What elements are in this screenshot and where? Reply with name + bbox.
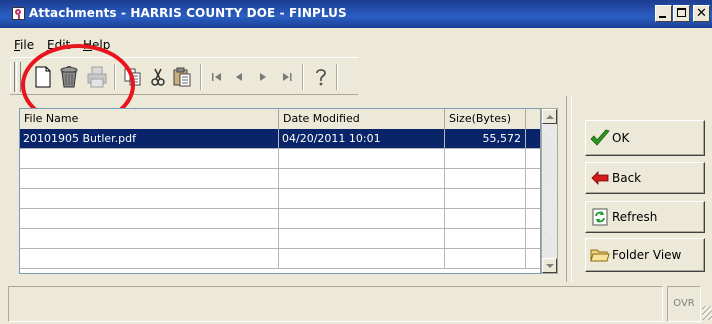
back-label: Back	[612, 171, 642, 185]
first-record-button[interactable]	[206, 66, 228, 88]
menu-edit[interactable]: Edit	[47, 38, 70, 52]
cell-size	[445, 249, 526, 268]
back-button[interactable]: Back	[585, 162, 705, 194]
cell-date-modified	[279, 249, 445, 268]
cell-date-modified	[279, 149, 445, 168]
menu-bar: File Edit Help	[0, 28, 712, 58]
column-header-size[interactable]: Size(Bytes)	[445, 109, 526, 129]
cell-file-name	[20, 229, 279, 248]
back-arrow-icon	[590, 168, 610, 188]
toolbar-separator	[336, 64, 338, 90]
print-button[interactable]	[86, 66, 108, 88]
table-row[interactable]: 20101905 Butler.pdf 04/20/2011 10:01 55,…	[20, 129, 540, 149]
scroll-down-button[interactable]	[542, 258, 557, 273]
delete-button[interactable]	[58, 66, 80, 88]
status-bar: OVR	[8, 286, 712, 324]
table-row[interactable]	[20, 229, 540, 249]
scissors-icon	[151, 68, 165, 86]
printer-icon	[87, 66, 107, 88]
cell-size	[445, 209, 526, 228]
column-header-file-name[interactable]: File Name	[20, 109, 279, 129]
resize-grip[interactable]	[702, 306, 712, 320]
first-record-icon	[212, 73, 221, 81]
menu-edit-accel: E	[47, 38, 55, 52]
table-row[interactable]	[20, 149, 540, 169]
next-record-button[interactable]	[252, 66, 274, 88]
cell-date-modified: 04/20/2011 10:01	[279, 129, 445, 148]
ok-button[interactable]: OK	[585, 120, 705, 156]
cell-size	[445, 169, 526, 188]
table-row[interactable]	[20, 169, 540, 189]
menu-help[interactable]: Help	[83, 38, 110, 52]
maximize-button[interactable]	[673, 5, 690, 22]
folder-view-label: Folder View	[612, 248, 682, 262]
attachments-table[interactable]: File Name Date Modified Size(Bytes) 2010…	[19, 108, 541, 274]
toolbar-separator	[114, 64, 116, 90]
new-document-button[interactable]	[32, 66, 54, 88]
clipboard-icon	[173, 67, 191, 87]
table-header: File Name Date Modified Size(Bytes)	[20, 109, 540, 130]
table-row[interactable]	[20, 209, 540, 229]
folder-icon	[590, 245, 610, 265]
toolbar-separator	[302, 64, 304, 90]
window-title: Attachments - HARRIS COUNTY DOE - FINPLU…	[29, 6, 347, 20]
status-message-panel	[8, 286, 663, 322]
copy-button[interactable]	[122, 66, 144, 88]
minimize-button[interactable]	[655, 5, 672, 22]
panel-divider	[566, 96, 572, 282]
blank-page-icon	[35, 66, 51, 88]
menu-file-label: ile	[20, 38, 35, 52]
cell-size: 55,572	[445, 129, 526, 148]
cell-file-name	[20, 189, 279, 208]
ok-label: OK	[612, 131, 630, 145]
menu-help-accel: H	[83, 38, 93, 52]
overwrite-indicator: OVR	[667, 286, 701, 322]
toolbar-grip-2[interactable]	[16, 62, 21, 92]
cell-file-name	[20, 149, 279, 168]
folder-view-button[interactable]: Folder View	[585, 238, 705, 272]
toolbar-separator	[200, 64, 202, 90]
last-record-icon	[283, 73, 292, 81]
cell-date-modified	[279, 169, 445, 188]
cell-file-name	[20, 209, 279, 228]
table-row[interactable]	[20, 189, 540, 209]
cell-size	[445, 149, 526, 168]
vertical-scrollbar[interactable]	[541, 108, 558, 274]
cell-file-name: 20101905 Butler.pdf	[20, 129, 279, 148]
title-bar[interactable]: Attachments - HARRIS COUNTY DOE - FINPLU…	[0, 0, 712, 28]
refresh-label: Refresh	[612, 210, 658, 224]
refresh-button[interactable]: Refresh	[585, 201, 705, 233]
cell-file-name	[20, 169, 279, 188]
next-record-icon	[260, 73, 266, 81]
cell-date-modified	[279, 189, 445, 208]
copy-icon	[124, 68, 141, 86]
paste-button[interactable]	[171, 66, 193, 88]
menu-help-label: elp	[92, 38, 111, 52]
previous-record-icon	[236, 73, 242, 81]
close-button[interactable]	[693, 5, 710, 22]
previous-record-button[interactable]	[228, 66, 250, 88]
cell-file-name	[20, 249, 279, 268]
table-row[interactable]	[20, 249, 540, 269]
cell-date-modified	[279, 229, 445, 248]
menu-edit-label: dit	[54, 38, 71, 52]
app-icon[interactable]	[12, 7, 25, 20]
checkmark-icon	[590, 128, 610, 148]
toolbar-grip[interactable]	[10, 62, 15, 92]
question-mark-icon	[316, 69, 326, 86]
help-button[interactable]	[310, 66, 332, 88]
cell-size	[445, 229, 526, 248]
menu-file[interactable]: File	[14, 38, 34, 52]
trash-can-icon	[60, 66, 78, 88]
scroll-up-button[interactable]	[542, 109, 557, 124]
last-record-button[interactable]	[276, 66, 298, 88]
column-header-date-modified[interactable]: Date Modified	[279, 109, 445, 129]
cut-button[interactable]	[147, 66, 169, 88]
cell-size	[445, 189, 526, 208]
toolbar	[10, 57, 358, 95]
cell-date-modified	[279, 209, 445, 228]
refresh-icon	[590, 207, 610, 227]
